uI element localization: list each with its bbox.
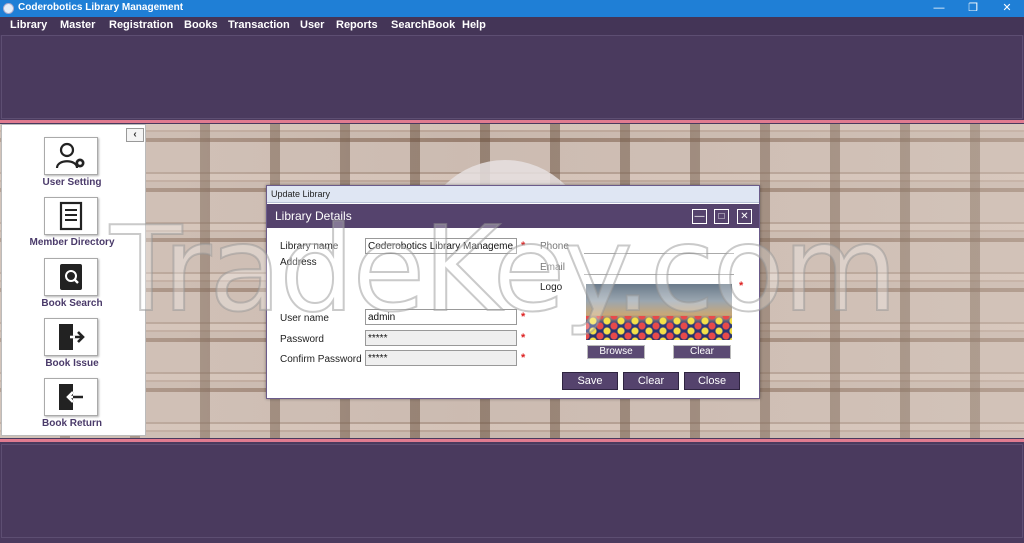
username-label: User name bbox=[280, 313, 329, 324]
browse-button[interactable]: Browse bbox=[587, 345, 645, 359]
password-label: Password bbox=[280, 334, 324, 345]
logo-label: Logo bbox=[540, 282, 563, 293]
divider-line bbox=[0, 439, 1024, 442]
username-input[interactable] bbox=[365, 309, 517, 325]
required-mark: * bbox=[521, 332, 526, 344]
sidebar-item-user-setting[interactable]: User Setting bbox=[2, 137, 142, 195]
sidebar-item-label: Book Search bbox=[41, 298, 103, 309]
sidebar-item-book-return[interactable]: Book Return bbox=[2, 378, 142, 436]
clear-button[interactable]: Clear bbox=[623, 372, 679, 390]
menu-user[interactable]: User bbox=[300, 19, 324, 31]
dialog-minimize-button[interactable]: — bbox=[692, 209, 707, 224]
phone-input[interactable] bbox=[584, 238, 734, 254]
menu-books[interactable]: Books bbox=[184, 19, 218, 31]
menu-master[interactable]: Master bbox=[60, 19, 95, 31]
address-label: Address bbox=[280, 257, 317, 268]
dialog-header-title: Library Details bbox=[275, 209, 352, 223]
dialog-header: Library Details — □ ✕ bbox=[267, 204, 759, 228]
restore-button[interactable]: ❐ bbox=[956, 0, 990, 17]
dialog-title-bar: Update Library bbox=[267, 186, 759, 203]
required-mark: * bbox=[521, 240, 526, 252]
door-exit-icon bbox=[44, 318, 98, 356]
sidebar: ‹ User Setting Member Directory Book Sea… bbox=[1, 124, 146, 436]
confirm-password-input[interactable] bbox=[365, 350, 517, 366]
sidebar-item-member-directory[interactable]: Member Directory bbox=[2, 197, 142, 255]
sidebar-item-book-search[interactable]: Book Search bbox=[2, 258, 142, 316]
save-button[interactable]: Save bbox=[562, 372, 618, 390]
app-icon bbox=[3, 3, 14, 14]
required-mark: * bbox=[739, 280, 744, 292]
email-input[interactable] bbox=[584, 259, 734, 275]
bottom-banner bbox=[1, 444, 1023, 538]
clear-logo-button[interactable]: Clear bbox=[673, 345, 731, 359]
password-input[interactable] bbox=[365, 330, 517, 346]
sidebar-item-book-issue[interactable]: Book Issue bbox=[2, 318, 142, 376]
user-gear-icon bbox=[44, 137, 98, 175]
window-title: Coderobotics Library Management bbox=[18, 2, 184, 13]
document-list-icon bbox=[44, 197, 98, 235]
menu-searchbook[interactable]: SearchBook bbox=[391, 19, 455, 31]
divider-line bbox=[0, 120, 1024, 123]
dialog-maximize-button[interactable]: □ bbox=[714, 209, 729, 224]
top-banner bbox=[1, 35, 1023, 119]
dialog-window-title: Update Library bbox=[271, 189, 331, 199]
menu-bar: Library Master Registration Books Transa… bbox=[0, 17, 1024, 35]
menu-registration[interactable]: Registration bbox=[109, 19, 173, 31]
phone-label: Phone bbox=[540, 241, 569, 252]
library-name-input[interactable] bbox=[365, 238, 517, 254]
sidebar-item-label: Book Issue bbox=[45, 358, 99, 369]
dialog-close-button[interactable]: ✕ bbox=[737, 209, 752, 224]
sidebar-item-label: Member Directory bbox=[29, 237, 115, 248]
update-library-dialog: Update Library Library Details — □ ✕ Lib… bbox=[266, 185, 760, 399]
sidebar-item-label: Book Return bbox=[42, 418, 102, 429]
menu-transaction[interactable]: Transaction bbox=[228, 19, 290, 31]
book-search-icon bbox=[44, 258, 98, 296]
library-name-label: Library name bbox=[280, 241, 339, 252]
logo-image bbox=[586, 284, 732, 340]
minimize-button[interactable]: — bbox=[922, 0, 956, 17]
confirm-password-label: Confirm Password bbox=[280, 354, 362, 365]
required-mark: * bbox=[521, 352, 526, 364]
email-label: Email bbox=[540, 262, 566, 273]
sidebar-item-label: User Setting bbox=[42, 177, 102, 188]
required-mark: * bbox=[521, 311, 526, 323]
menu-reports[interactable]: Reports bbox=[336, 19, 378, 31]
window-close-button[interactable]: ✕ bbox=[990, 0, 1024, 17]
window-title-bar: Coderobotics Library Management — ❐ ✕ bbox=[0, 0, 1024, 17]
close-button[interactable]: Close bbox=[684, 372, 740, 390]
menu-library[interactable]: Library bbox=[10, 19, 47, 31]
menu-help[interactable]: Help bbox=[462, 19, 486, 31]
door-enter-icon bbox=[44, 378, 98, 416]
